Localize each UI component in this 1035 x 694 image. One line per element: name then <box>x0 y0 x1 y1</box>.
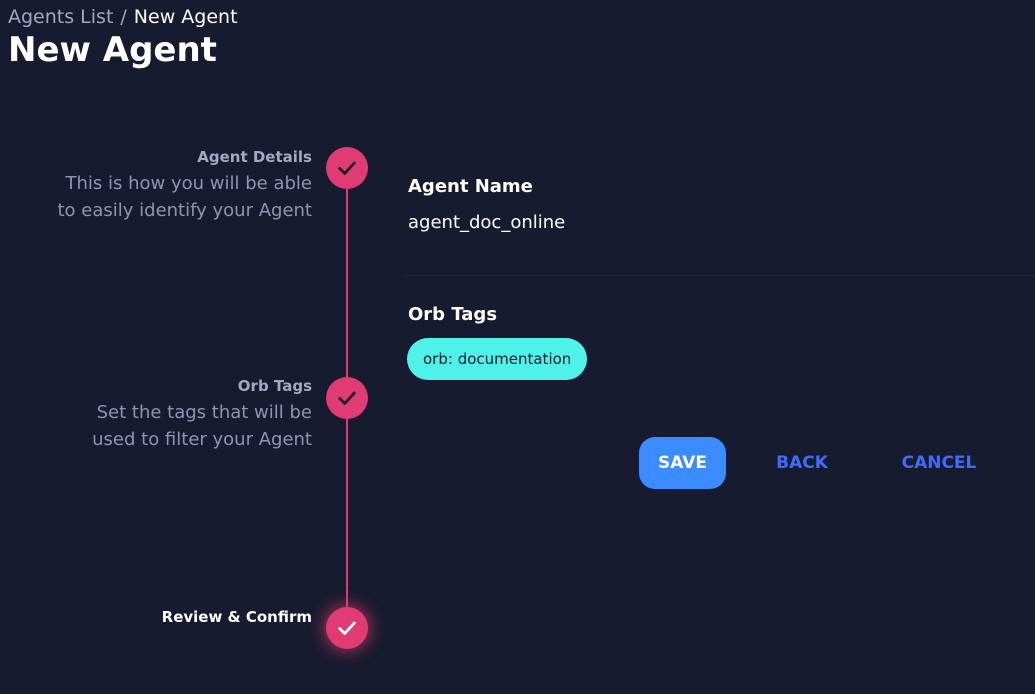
check-icon <box>338 161 356 175</box>
orb-tags-label: Orb Tags <box>408 304 498 325</box>
check-icon <box>338 621 356 635</box>
step-review-confirm: Review & Confirm <box>162 608 312 630</box>
step-title: Orb Tags <box>237 377 312 395</box>
breadcrumb-current: New Agent <box>133 6 238 28</box>
step-description-line: used to filter your Agent <box>92 429 312 450</box>
step-description-line: This is how you will be able <box>65 173 312 194</box>
step-1-complete-badge <box>326 147 368 189</box>
step-title: Agent Details <box>197 148 312 166</box>
breadcrumb: Agents List / New Agent <box>8 6 238 28</box>
step-3-active-badge <box>326 607 368 649</box>
agent-name-label: Agent Name <box>408 176 533 197</box>
back-button[interactable]: BACK <box>760 437 844 489</box>
save-button[interactable]: SAVE <box>639 437 726 489</box>
breadcrumb-separator: / <box>120 6 127 28</box>
check-icon <box>338 391 356 405</box>
step-description-line: Set the tags that will be <box>96 402 312 423</box>
page-title: New Agent <box>8 30 217 70</box>
tag-chip: orb: documentation <box>407 338 588 380</box>
step-2-complete-badge <box>326 377 368 419</box>
step-title: Review & Confirm <box>161 608 312 626</box>
agent-name-value: agent_doc_online <box>408 212 566 233</box>
step-orb-tags: Orb Tags Set the tags that will be used … <box>92 377 312 453</box>
cancel-button[interactable]: CANCEL <box>890 437 988 489</box>
step-agent-details: Agent Details This is how you will be ab… <box>58 148 313 224</box>
step-description-line: to easily identify your Agent <box>57 200 313 221</box>
section-divider <box>405 275 1035 276</box>
page: Agents List / New Agent New Agent Agent De… <box>0 0 1035 694</box>
breadcrumb-agents-list-link[interactable]: Agents List <box>8 6 113 28</box>
